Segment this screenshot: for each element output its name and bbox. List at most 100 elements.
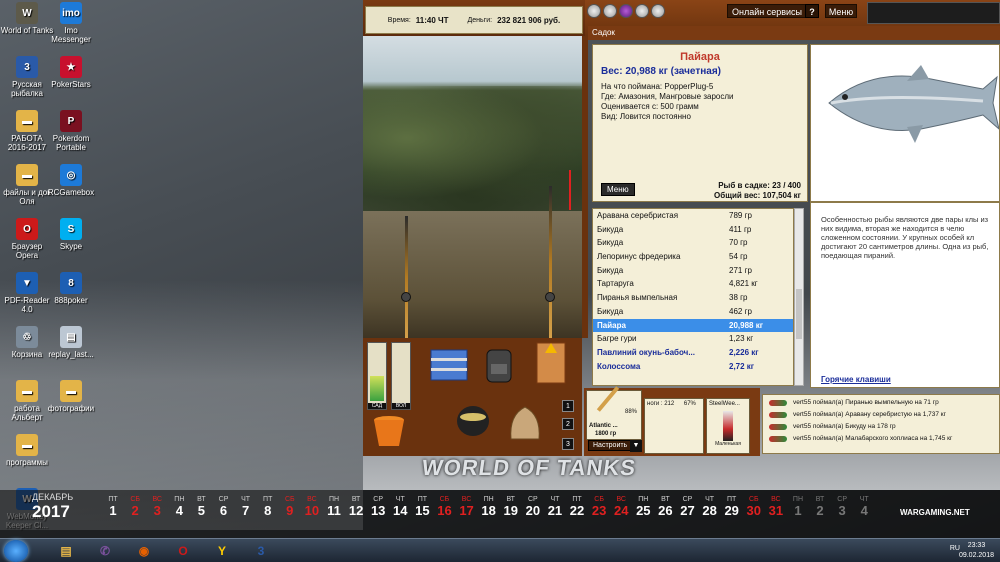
bait-icon[interactable]: [651, 4, 665, 18]
hotkeys-link[interactable]: Горячие клавиши: [821, 375, 891, 384]
desktop-icon[interactable]: P Pokerdom Portable: [44, 110, 98, 152]
catch-list-scrollbar[interactable]: [794, 208, 804, 386]
catch-fish-weight: 1,23 кг: [729, 334, 754, 344]
money-value: 232 821 906 руб.: [497, 15, 561, 25]
bucket-icon[interactable]: [369, 410, 409, 450]
catch-log-entry: vert55 поймал(а) Аравану серебристую на …: [769, 409, 995, 421]
catch-list-row[interactable]: Колоссома 2,72 кг: [593, 360, 793, 374]
catch-fish-name: Бикуда: [597, 238, 624, 248]
bait-bag-icon[interactable]: [503, 398, 547, 444]
lure-slot[interactable]: SteelWee... Маленькая: [706, 398, 750, 454]
calendar-weekday: СБ: [594, 496, 604, 503]
desktop-icon[interactable]: ▬ программы: [0, 434, 54, 467]
catch-fish-weight: 271 гр: [729, 265, 752, 275]
notebook-icon[interactable]: [529, 338, 573, 388]
setup-button[interactable]: Настроить: [588, 440, 633, 451]
catch-fish-weight: 38 гр: [729, 293, 748, 303]
app-icon: ▬: [16, 110, 38, 132]
slot-3-button[interactable]: 3: [562, 438, 574, 450]
lure-icon: [769, 412, 787, 418]
catch-list-row[interactable]: Аравана серебристая 789 гр: [593, 209, 793, 223]
calendar-date: 11: [327, 503, 341, 518]
calendar-weekday: ЧТ: [395, 496, 405, 503]
calendar-day: ЧТ 4: [853, 496, 875, 518]
calendar-day: СР 27: [676, 496, 698, 518]
money-label: Деньги:: [467, 16, 493, 24]
calendar-weekday: СР: [527, 496, 538, 503]
slot-2-button[interactable]: 2: [562, 418, 574, 430]
fishing-rod-left[interactable]: [405, 216, 408, 338]
calendar-weekday: ВС: [307, 496, 317, 503]
calendar-weekday: ПТ: [572, 496, 582, 503]
calendar-day: ВС 10: [301, 496, 323, 518]
calendar-date: 10: [304, 503, 320, 518]
calendar-day: ЧТ 21: [544, 496, 566, 518]
calendar-weekday: ПТ: [263, 496, 273, 503]
menu-button[interactable]: Меню: [825, 4, 857, 18]
info-menu-button[interactable]: Меню: [601, 183, 635, 196]
cooking-pot-icon[interactable]: [453, 398, 493, 444]
desktop-icon[interactable]: S Skype: [44, 218, 98, 251]
opera-taskbar-icon[interactable]: O: [165, 541, 201, 561]
online-services-button[interactable]: Онлайн сервисы: [727, 4, 808, 18]
bait-icon[interactable]: [619, 4, 633, 18]
bait-icon[interactable]: [635, 4, 649, 18]
catch-list-row[interactable]: Пайара 20,988 кг: [593, 318, 793, 333]
line-slot[interactable]: ноги : 212 67%: [644, 398, 704, 454]
chat-field[interactable]: [867, 2, 1000, 24]
slot-1-button[interactable]: 1: [562, 400, 574, 412]
catch-fish-name: Павлиний окунь-бабоч...: [597, 347, 695, 357]
scrollbar-thumb[interactable]: [796, 289, 802, 339]
catch-list-row[interactable]: Бикуда 411 гр: [593, 223, 793, 237]
help-button[interactable]: ?: [805, 4, 819, 18]
firefox-taskbar-icon[interactable]: ◉: [126, 541, 162, 561]
desktop-icon[interactable]: ◎ RCGamebox: [44, 164, 98, 197]
catch-list-row[interactable]: Пиранья вымпельная 38 гр: [593, 291, 793, 305]
fish-detail: Где: Амазония, Мангровые заросли: [601, 92, 734, 101]
catch-log-entry: vert55 поймал(а) Малабарского хоплиаса н…: [769, 433, 995, 445]
desktop-icon[interactable]: ★ PokerStars: [44, 56, 98, 89]
calendar-weekday: ЧТ: [705, 496, 715, 503]
calendar-weekday: СР: [218, 496, 229, 503]
setup-dropdown-button[interactable]: ▼: [630, 440, 642, 452]
start-button[interactable]: [4, 540, 28, 562]
backpack-icon[interactable]: [479, 342, 519, 386]
fishing-rod-right[interactable]: [549, 186, 552, 338]
calendar-day: ЧТ 14: [389, 496, 411, 518]
viber-taskbar-icon[interactable]: ✆: [87, 541, 123, 561]
fishing-taskbar-icon[interactable]: 3: [243, 541, 279, 561]
catch-list-row[interactable]: Багре гури 1,23 кг: [593, 332, 793, 346]
catch-list-row[interactable]: Бикуда 462 гр: [593, 305, 793, 319]
catch-log-entry: vert55 поймал(а) Пиранью вымпельную на 7…: [769, 397, 995, 409]
desktop-icon[interactable]: ▬ фотографии: [44, 380, 98, 413]
catch-list-row[interactable]: Тартаруга 4,821 кг: [593, 277, 793, 291]
desktop-icon[interactable]: ▤ replay_last...: [44, 326, 98, 359]
calendar-day: ВТ 12: [345, 496, 367, 518]
app-icon: O: [16, 218, 38, 240]
clock[interactable]: 23:33 09.02.2018: [959, 541, 994, 561]
catch-list-row[interactable]: Лепоринус фредерика 54 гр: [593, 250, 793, 264]
calendar-day: ВТ 5: [190, 496, 212, 518]
fish-detail: Оценивается с: 500 грамм: [601, 102, 699, 111]
desktop-icon-label: PokerStars: [51, 80, 91, 89]
desktop-icon[interactable]: imo Imo Messenger: [44, 2, 98, 44]
yandex-taskbar-icon[interactable]: Y: [204, 541, 240, 561]
bait-icon[interactable]: [587, 4, 601, 18]
catch-list-row[interactable]: Павлиний окунь-бабоч... 2,226 кг: [593, 346, 793, 360]
calendar-date: 2: [131, 503, 139, 518]
catch-fish-name: Бикуда: [597, 224, 624, 234]
game-window: Время: 11:40 ЧТ Деньги: 232 821 906 руб.…: [363, 0, 1000, 458]
fishing-scene[interactable]: [363, 36, 582, 338]
explorer-taskbar-icon[interactable]: ▤: [48, 541, 84, 561]
tackle-box-icon[interactable]: [423, 342, 475, 386]
lure-icon: [769, 400, 787, 406]
catch-list-row[interactable]: Бикуда 70 гр: [593, 236, 793, 250]
rod-slot[interactable]: 88% Atlantic ... 1800 гр: [586, 386, 642, 440]
catch-list-row[interactable]: Бикуда 271 гр: [593, 264, 793, 278]
bait-icon[interactable]: [603, 4, 617, 18]
desktop-icon[interactable]: 8 888poker: [44, 272, 98, 305]
fish-count: Рыб в садке: 23 / 400: [718, 181, 801, 190]
catch-fish-name: Тартаруга: [597, 279, 634, 289]
catch-fish-weight: 2,72 кг: [729, 361, 755, 371]
desktop-icon-label: Imo Messenger: [51, 26, 91, 44]
